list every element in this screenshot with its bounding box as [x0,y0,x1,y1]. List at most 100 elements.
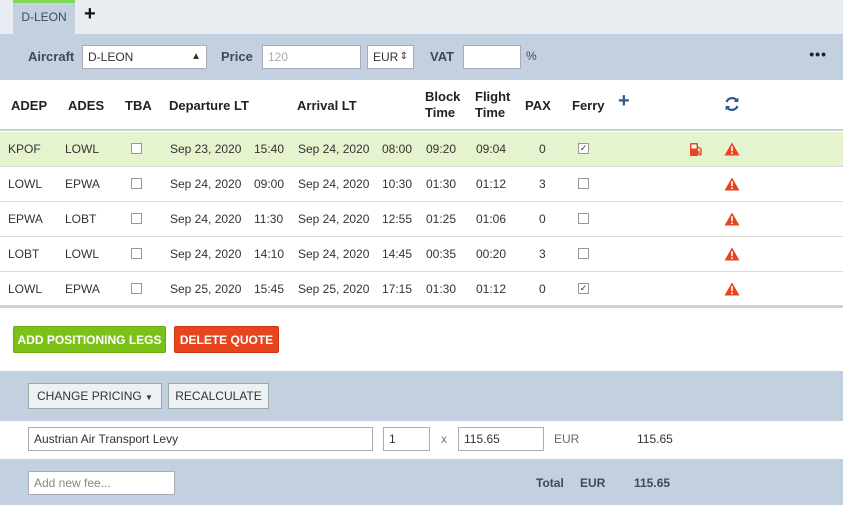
cell-arr-date: Sep 24, 2020 [298,247,370,261]
cell-dep-date: Sep 25, 2020 [170,282,242,296]
header-ferry: Ferry [572,98,605,113]
vat-input[interactable] [463,45,521,69]
add-tab-icon[interactable]: + [84,3,96,25]
add-positioning-legs-button[interactable]: ADD POSITIONING LEGS [13,326,166,353]
cell-arr-date: Sep 24, 2020 [298,177,370,191]
fee-row: Austrian Air Transport Levy 1 x 115.65 E… [0,421,843,459]
header-pax: PAX [525,98,551,113]
percent-sign: % [526,49,537,63]
delete-quote-button[interactable]: DELETE QUOTE [174,326,279,353]
fee-name-input[interactable]: Austrian Air Transport Levy [28,427,373,451]
cell-flight-time: 09:04 [476,142,507,156]
cell-ades: LOWL [65,247,100,261]
chevron-updown-icon: ⇕ [399,51,408,62]
caret-down-icon: ▼ [145,393,153,402]
price-label: Price [221,49,253,64]
total-currency: EUR [580,476,606,490]
new-fee-input[interactable]: Add new fee... [28,471,175,495]
cell-adep: LOWL [8,177,43,191]
warning-icon[interactable] [724,247,740,264]
cell-dep-date: Sep 24, 2020 [170,247,242,261]
cell-ades: EPWA [65,177,100,191]
header-block-line2: Time [425,105,456,120]
cell-dep-date: Sep 24, 2020 [170,177,242,191]
cell-block-time: 01:25 [426,212,457,226]
warning-icon[interactable] [724,282,740,299]
table-row[interactable]: LOWL EPWA Sep 24, 2020 09:00 Sep 24, 2020 10:… [0,167,843,202]
legs-table-header: ADEP ADES TBA Departure LT Arrival LT Bl… [0,80,843,131]
header-flight-line2: Time [475,105,506,120]
multiply-sign: x [441,432,447,446]
ferry-checkbox[interactable] [578,178,589,189]
cell-arr-time: 10:30 [382,177,413,191]
cell-dep-time: 14:10 [254,247,285,261]
table-row[interactable]: EPWA LOBT Sep 24, 2020 11:30 Sep 24, 2020 12:… [0,202,843,237]
total-label: Total [536,476,564,490]
aircraft-label: Aircraft [28,49,75,64]
cell-block-time: 01:30 [426,177,457,191]
cell-pax: 3 [539,177,546,191]
cell-pax: 0 [539,282,546,296]
cell-flight-time: 00:20 [476,247,507,261]
header-block-line1: Block [425,89,461,104]
cell-adep: LOBT [8,247,40,261]
cell-pax: 0 [539,212,546,226]
ferry-checkbox[interactable] [578,213,589,224]
warning-icon[interactable] [724,142,740,159]
tba-checkbox[interactable] [131,143,142,154]
table-row[interactable]: KPOF LOWL Sep 23, 2020 15:40 Sep 24, 2020 08:… [0,132,843,167]
cell-arr-time: 14:45 [382,247,413,261]
change-pricing-button[interactable]: CHANGE PRICING ▼ [28,383,162,409]
header-flight-time: Flight Time [475,89,510,121]
cell-arr-date: Sep 25, 2020 [298,282,370,296]
fee-currency: EUR [554,432,580,446]
warning-icon[interactable] [724,177,740,194]
cell-dep-date: Sep 24, 2020 [170,212,242,226]
cell-arr-date: Sep 24, 2020 [298,142,370,156]
warning-icon[interactable] [724,212,740,229]
recalculate-button[interactable]: RECALCULATE [168,383,269,409]
cell-ades: LOBT [65,212,97,226]
header-arrival: Arrival LT [297,98,357,113]
fee-unit-price-input[interactable]: 115.65 [458,427,544,451]
cell-dep-date: Sep 23, 2020 [170,142,242,156]
tab-strip: D-LEON + [0,0,843,34]
table-row[interactable]: LOWL EPWA Sep 25, 2020 15:45 Sep 25, 2020 17:… [0,272,843,307]
total-bar: Add new fee... Total EUR 115.65 [0,459,843,505]
ferry-checkbox[interactable]: ✓ [578,283,589,294]
add-leg-icon[interactable]: + [618,91,630,111]
total-amount: 115.65 [634,476,671,490]
fee-amount: 115.65 [637,432,673,446]
more-options-icon[interactable]: ••• [809,46,827,62]
currency-select[interactable]: EUR ⇕ [367,45,414,69]
tba-checkbox[interactable] [131,248,142,259]
fuel-icon[interactable] [689,142,703,160]
vat-label: VAT [430,49,455,64]
tba-checkbox[interactable] [131,178,142,189]
cell-dep-time: 11:30 [254,212,284,226]
table-bottom-border [0,305,843,308]
header-departure: Departure LT [169,98,249,113]
cell-flight-time: 01:12 [476,282,507,296]
aircraft-select-value: D-LEON [88,50,134,64]
aircraft-select[interactable]: D-LEON ▲ [82,45,207,69]
change-pricing-label: CHANGE PRICING [37,389,142,403]
header-flight-line1: Flight [475,89,511,104]
aircraft-toolbar: Aircraft D-LEON ▲ Price 120 EUR ⇕ VAT % … [0,34,843,80]
tba-checkbox[interactable] [131,213,142,224]
ferry-checkbox[interactable] [578,248,589,259]
refresh-icon[interactable] [723,95,741,116]
tba-checkbox[interactable] [131,283,142,294]
chevron-updown-icon: ▲ [191,51,201,62]
ferry-checkbox[interactable]: ✓ [578,143,589,154]
fee-qty-input[interactable]: 1 [383,427,430,451]
cell-flight-time: 01:06 [476,212,507,226]
cell-pax: 3 [539,247,546,261]
price-input[interactable]: 120 [262,45,361,69]
table-row[interactable]: LOBT LOWL Sep 24, 2020 14:10 Sep 24, 2020 14:… [0,237,843,272]
cell-arr-time: 08:00 [382,142,413,156]
cell-flight-time: 01:12 [476,177,507,191]
tab-d-leon[interactable]: D-LEON [13,0,75,34]
cell-block-time: 01:30 [426,282,457,296]
currency-select-value: EUR [373,50,399,64]
